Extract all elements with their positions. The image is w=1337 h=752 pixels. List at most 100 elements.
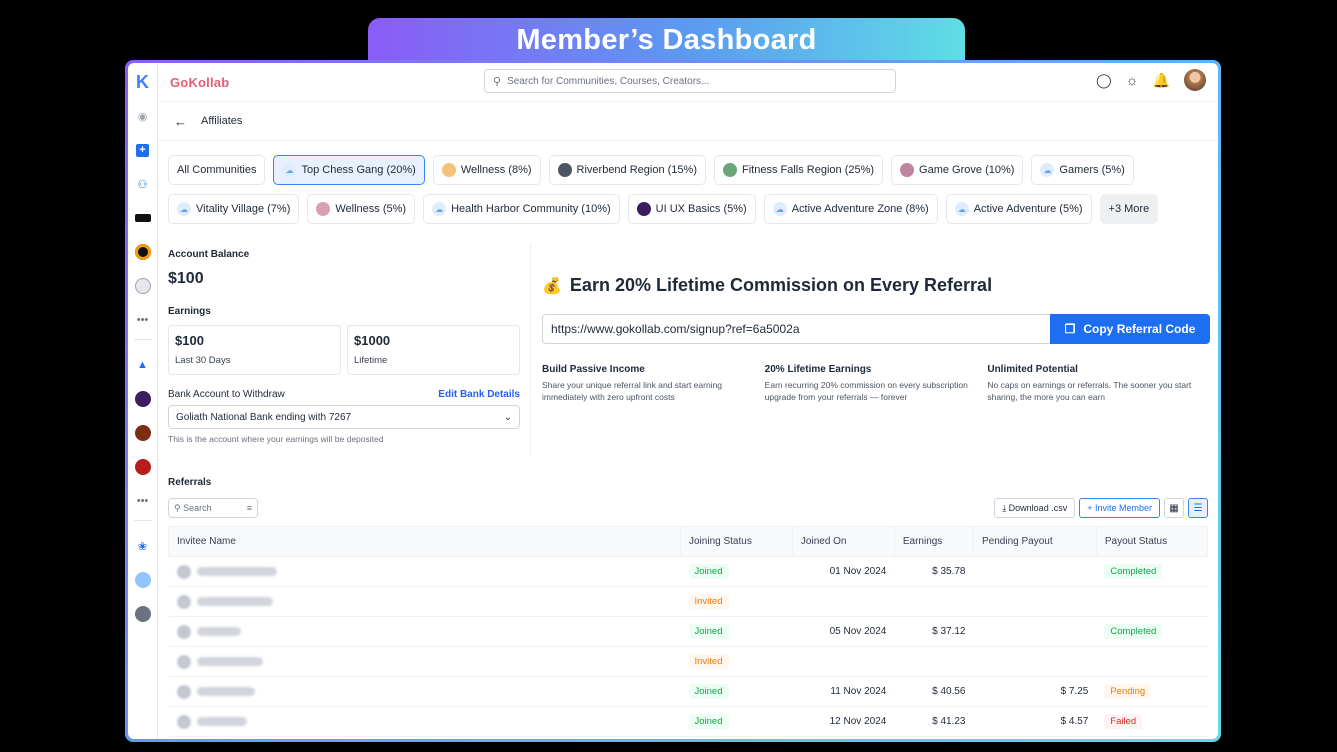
course-avatar-2[interactable] (134, 424, 152, 442)
bank-select-value: Goliath National Bank ending with 7267 (176, 411, 352, 423)
search-input[interactable]: ⚲ Search for Communities, Courses, Creat… (484, 69, 896, 93)
joined-on-cell: 01 Nov 2024 (792, 556, 895, 587)
sun-icon[interactable]: ☼ (1126, 72, 1139, 88)
table-row[interactable]: Joined 05 Nov 2024 $ 37.12 Completed (168, 616, 1208, 647)
chip-game-grove[interactable]: Game Grove (10%) (891, 155, 1024, 185)
bank-hint: This is the account where your earnings … (168, 434, 384, 444)
more-icon[interactable]: ••• (134, 311, 152, 329)
table-row[interactable]: Joined 01 Nov 2024 $ 35.78 Completed (168, 556, 1208, 587)
copy-button-label: Copy Referral Code (1083, 322, 1196, 336)
course-avatar-1[interactable] (134, 390, 152, 408)
courses-icon[interactable]: ▲ (134, 356, 152, 374)
user-avatar[interactable] (1184, 69, 1206, 91)
joined-on-cell: 05 Nov 2024 (792, 616, 895, 647)
copy-referral-button[interactable]: ❐ Copy Referral Code (1050, 314, 1210, 344)
referrals-search-input[interactable]: ⚲ Search ≡ (168, 498, 258, 518)
earnings-card-30days: $100 Last 30 Days (168, 325, 341, 375)
joined-on-cell: 12 Nov 2024 (792, 706, 895, 737)
referral-title: Earn 20% Lifetime Commission on Every Re… (569, 275, 993, 295)
status-cell: Invited (680, 586, 793, 617)
chip-active-adventure-zone[interactable]: ☁ Active Adventure Zone (8%) (763, 194, 938, 224)
earnings-period: Lifetime (354, 355, 388, 366)
chip-label: Fitness Falls Region (25%) (741, 164, 875, 176)
chip-vitality-village[interactable]: ☁ Vitality Village (7%) (168, 194, 300, 224)
community-avatar-1[interactable] (134, 209, 152, 227)
list-view-icon[interactable]: ☰ (1188, 498, 1208, 518)
table-row[interactable]: Invited (168, 586, 1208, 617)
search-icon: ⚲ (493, 75, 502, 88)
download-label: Download .csv (1008, 503, 1068, 513)
earnings-cell: $ 35.78 (894, 556, 974, 587)
chip-ui-ux-basics[interactable]: UI UX Basics (5%) (627, 194, 756, 224)
invitee-avatar (176, 564, 191, 579)
group-avatar-1[interactable] (134, 571, 152, 589)
users-icon[interactable]: ⚇ (134, 175, 152, 193)
chevron-down-icon: ⌄ (503, 411, 512, 423)
col-invitee-name[interactable]: Invitee Name (168, 526, 681, 557)
invitee-avatar (176, 654, 191, 669)
invitee-avatar (176, 684, 191, 699)
brand-logo[interactable]: GoKollab (170, 75, 229, 90)
cloud-icon: ☁ (177, 202, 191, 216)
chip-active-adventure[interactable]: ☁ Active Adventure (5%) (945, 194, 1092, 224)
col-payout-status[interactable]: Payout Status (1095, 526, 1209, 557)
referral-link-row: https://www.gokollab.com/signup?ref=6a50… (542, 314, 1210, 344)
table-row[interactable]: Joined 12 Nov 2024 $ 41.23 $ 4.57 Failed (168, 706, 1208, 737)
app-frame: K ◉ + ⚇ ••• ▲ ••• ❀ GoKollab ⚲ Search fo… (125, 60, 1221, 742)
edit-bank-link[interactable]: Edit Bank Details (438, 389, 520, 400)
col-joined-on[interactable]: Joined On (791, 526, 895, 557)
column-label: Invitee Name (177, 536, 236, 547)
download-csv-button[interactable]: ⤓ Download .csv (994, 498, 1076, 518)
chip-more[interactable]: +3 More (1099, 194, 1159, 224)
bank-select[interactable]: Goliath National Bank ending with 7267 ⌄ (168, 405, 520, 429)
bell-icon[interactable]: 🔔 (1153, 72, 1170, 89)
invitee-avatar (176, 624, 191, 639)
invitee-avatar (176, 714, 191, 729)
status-cell: Joined (680, 676, 793, 707)
community-avatar (722, 163, 737, 177)
chip-riverbend-region[interactable]: Riverbend Region (15%) (548, 155, 706, 185)
compass-icon[interactable]: ◉ (134, 107, 152, 125)
community-avatar-3[interactable] (134, 277, 152, 295)
invitee-name-redacted (196, 627, 241, 636)
bank-label: Bank Account to Withdraw (168, 389, 285, 400)
col-pending-payout[interactable]: Pending Payout (973, 526, 1097, 557)
chip-gamers[interactable]: ☁ Gamers (5%) (1031, 155, 1134, 185)
group-avatar-2[interactable] (134, 605, 152, 623)
add-icon[interactable]: + (134, 141, 152, 159)
chip-row-1: All Communities ☁ Top Chess Gang (20%) We… (168, 155, 1208, 185)
referrals-search-placeholder: Search (183, 502, 212, 513)
earnings-cards: $100 Last 30 Days $1000 Lifetime (168, 325, 520, 375)
table-row[interactable]: Joined 11 Nov 2024 $ 40.56 $ 7.25 Pendin… (168, 676, 1208, 707)
chip-top-chess-gang[interactable]: ☁ Top Chess Gang (20%) (273, 155, 425, 185)
more-icon-2[interactable]: ••• (134, 492, 152, 510)
groups-icon[interactable]: ❀ (134, 537, 152, 555)
referral-link-field[interactable]: https://www.gokollab.com/signup?ref=6a50… (542, 314, 1050, 344)
grid-view-icon[interactable]: ▦ (1164, 498, 1184, 518)
earnings-cell (894, 586, 974, 617)
joining-status-badge: Joined (688, 684, 729, 699)
chat-icon[interactable]: ◯ (1096, 72, 1112, 89)
rail-divider (133, 339, 152, 340)
chip-wellness[interactable]: Wellness (8%) (432, 155, 541, 185)
chip-all-communities[interactable]: All Communities (168, 155, 266, 185)
community-avatar-2[interactable] (134, 243, 152, 261)
community-avatar (900, 163, 915, 177)
col-joining-status[interactable]: Joining Status (680, 526, 793, 557)
back-arrow-icon[interactable]: ← (174, 114, 187, 129)
chip-wellness-2[interactable]: Wellness (5%) (307, 194, 416, 224)
status-cell: Joined (680, 556, 793, 587)
invitee-name-redacted (196, 687, 255, 696)
feature-desc: No caps on earnings or referrals. The so… (987, 380, 1192, 403)
chip-health-harbor[interactable]: ☁ Health Harbor Community (10%) (423, 194, 620, 224)
col-earnings[interactable]: Earnings (893, 526, 975, 557)
chip-label: Wellness (5%) (335, 203, 407, 215)
table-row[interactable]: Invited (168, 646, 1208, 677)
invite-member-button[interactable]: + Invite Member (1079, 498, 1160, 518)
referrals-toolbar: ⚲ Search ≡ ⤓ Download .csv + Invite Memb… (168, 498, 1208, 518)
chip-fitness-falls-region[interactable]: Fitness Falls Region (25%) (713, 155, 884, 185)
referrals-actions: ⤓ Download .csv + Invite Member ▦ ☰ (994, 498, 1208, 518)
course-avatar-3[interactable] (134, 458, 152, 476)
earnings-period: Last 30 Days (175, 355, 231, 366)
kollab-logo-icon[interactable]: K (134, 72, 152, 92)
